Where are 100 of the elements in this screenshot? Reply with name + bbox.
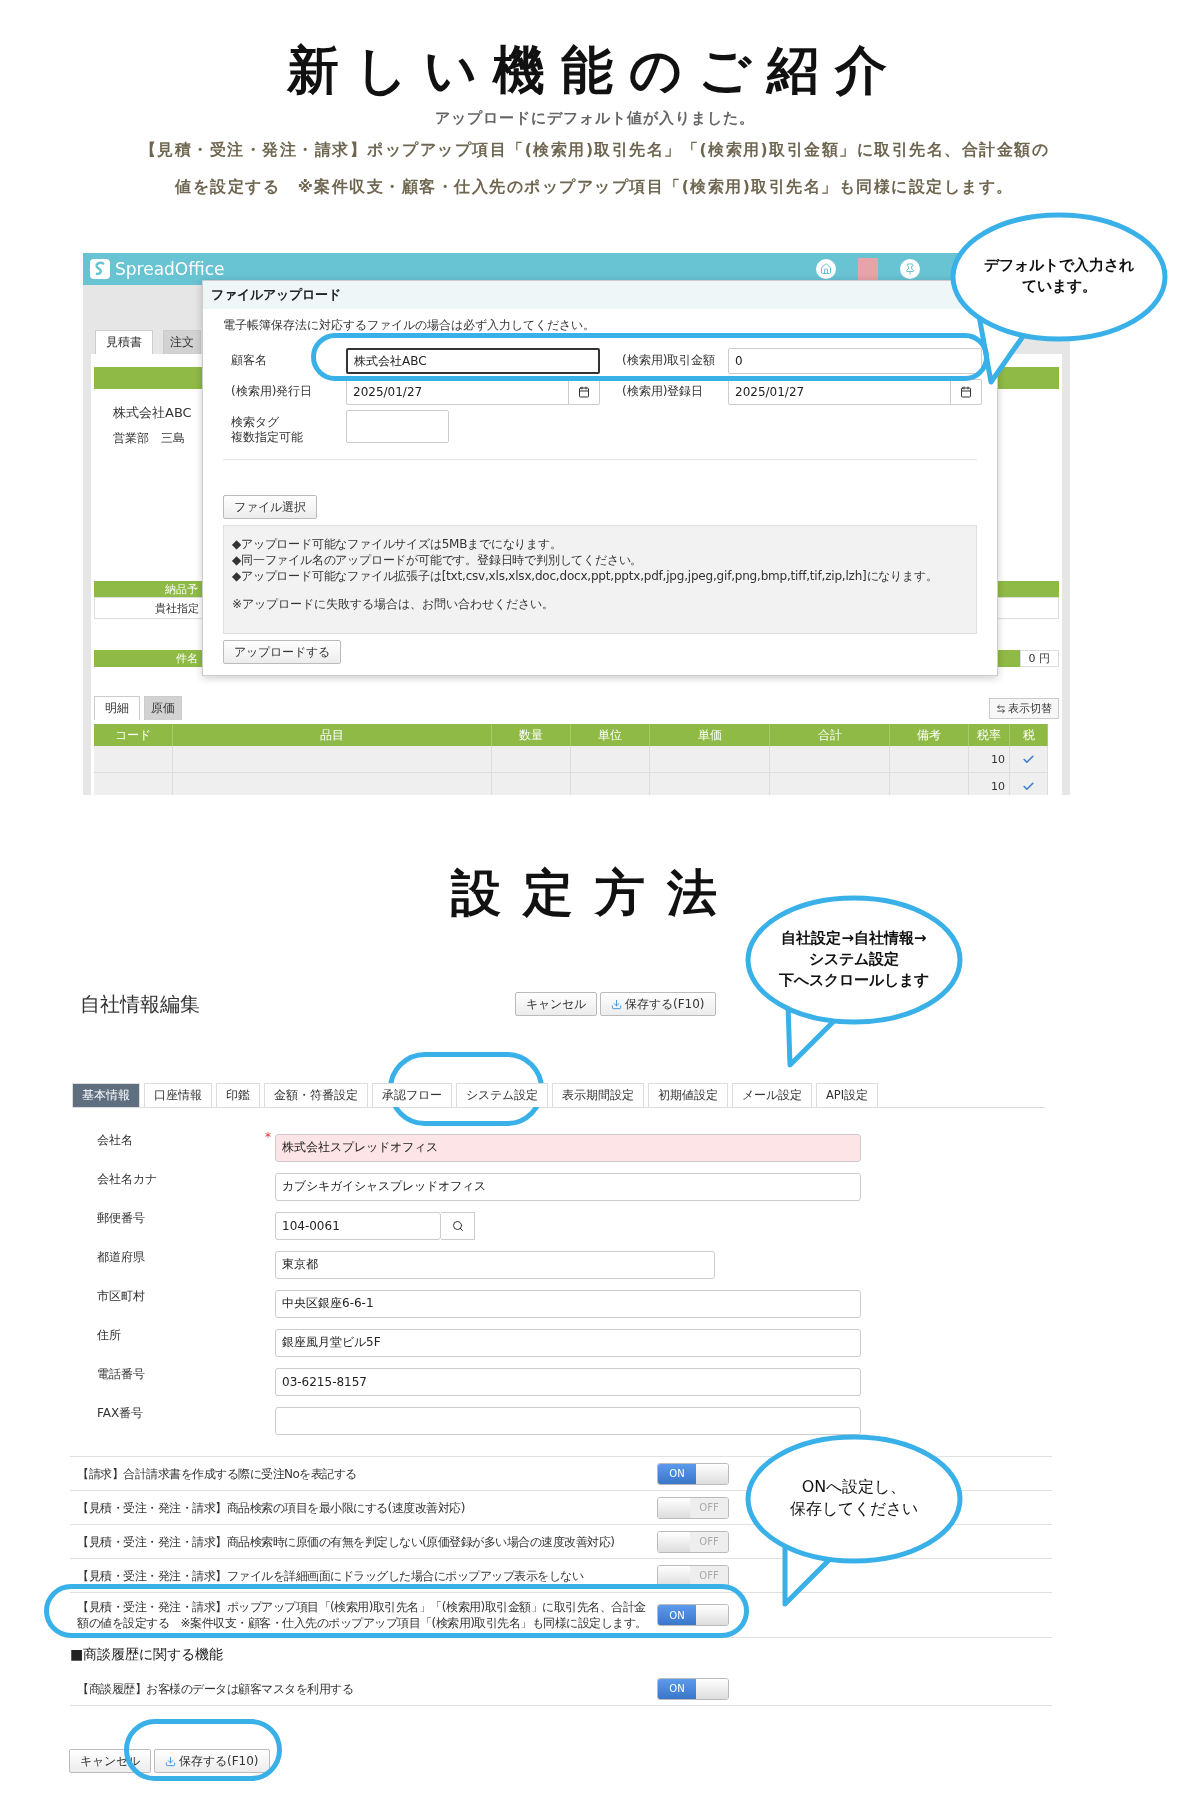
logo-icon <box>89 258 111 280</box>
table-cell: 10 <box>969 746 1010 773</box>
input-field[interactable]: 2025/01/27 <box>728 379 982 405</box>
field-label: 都道府県 <box>96 1249 146 1266</box>
setting-label: 【見積・受注・発注・請求】商品検索の項目を最小限にする(速度改善対応) <box>77 1499 466 1516</box>
column-header: コード <box>94 724 173 746</box>
field-label: FAX番号 <box>96 1405 145 1422</box>
toggle-switch[interactable]: ON <box>657 1677 729 1700</box>
field-label: 住所 <box>96 1327 122 1344</box>
search-icon <box>451 1219 464 1232</box>
setting-label: 【見積・受注・発注・請求】商品検索時に原価の有無を判定しない(原価登録が多い場合の速度改善対応) <box>77 1533 616 1550</box>
callout-text: 自社設定→自社情報→ システム設定 下へスクロールします <box>779 927 929 991</box>
input-field[interactable]: 2025/01/27 <box>346 379 600 405</box>
toggle-switch[interactable]: ON <box>657 1462 729 1485</box>
callout-text: ONへ設定し、 保存してください <box>790 1475 918 1520</box>
row-value: 貴社指定 <box>154 600 199 616</box>
table-cell: 10 <box>969 773 1010 795</box>
field-label: (検索用)発行日 <box>230 383 314 399</box>
calendar-icon[interactable] <box>960 386 972 398</box>
page-heading: 自社情報編集 <box>80 990 201 1018</box>
notice-text: 電子帳簿保存法に対応するファイルの場合は必ず入力してください。 <box>223 317 596 334</box>
settings-tab[interactable]: 金額・符番設定 <box>264 1083 368 1107</box>
section-title: 設定方法 <box>449 863 740 923</box>
download-icon <box>611 998 622 1010</box>
column-header: 備考 <box>890 724 969 746</box>
settings-tab[interactable]: 基本情報 <box>72 1083 140 1107</box>
field-label: 検索タグ <box>230 414 279 430</box>
department-text: 営業部 三島 <box>113 430 185 447</box>
row-label: 件名 <box>175 651 198 666</box>
square-icon[interactable] <box>858 258 878 280</box>
field-label: (検索用)登録日 <box>621 383 705 399</box>
info-text: ◆同一ファイル名のアップロードが可能です。登録日時で判別してください。 <box>232 552 643 568</box>
settings-tab[interactable]: 印鑑 <box>216 1083 260 1107</box>
document-tab[interactable]: 注文 <box>163 330 201 354</box>
input-field[interactable]: 03-6215-8157 <box>275 1367 861 1396</box>
column-header: 単価 <box>650 724 770 746</box>
input-field[interactable]: 東京都 <box>275 1250 715 1279</box>
field-label: 市区町村 <box>96 1288 146 1305</box>
download-icon <box>165 1755 176 1767</box>
setting-label: 【見積・受注・発注・請求】ファイルを詳細画面にドラッグした場合にポップアップ表示をしない <box>77 1567 585 1584</box>
input-field[interactable]: カブシキガイシャスプレッドオフィス <box>275 1172 861 1201</box>
column-header: 税 <box>1010 724 1048 746</box>
document-tab[interactable]: 見積書 <box>95 330 153 354</box>
description-text: 値を設定する ※案件収支・顧客・仕入先のポップアップ項目「(検索用)取引先名」も同様に設定します。 <box>175 177 1014 198</box>
settings-tab[interactable]: 初期値設定 <box>648 1083 728 1107</box>
settings-tab[interactable]: 表示期間設定 <box>552 1083 644 1107</box>
required-mark: * <box>265 1129 272 1144</box>
setting-label: 【請求】合計請求書を作成する際に受注Noを表記する <box>77 1465 358 1482</box>
input-field[interactable] <box>346 410 449 443</box>
info-text: ※アップロードに失敗する場合は、お問い合わせください。 <box>232 596 555 612</box>
settings-tab[interactable]: システム設定 <box>456 1083 548 1107</box>
field-label: 会社名 <box>96 1132 134 1149</box>
section-heading: ■商談履歴に関する機能 <box>70 1645 225 1664</box>
row-label: 納品予 <box>164 581 198 597</box>
field-label: 会社名カナ <box>96 1171 158 1188</box>
amount-value: 0 円 <box>1019 650 1059 667</box>
page-title: 新しい機能のご紹介 <box>286 39 903 102</box>
settings-tab[interactable]: 口座情報 <box>144 1083 212 1107</box>
customer-name: 株式会社ABC <box>113 404 192 422</box>
save-button[interactable]: 保存する(F10) <box>154 1749 270 1773</box>
info-text: ◆アップロード可能なファイルサイズは5MBまでになります。 <box>232 536 562 552</box>
subtitle: アップロードにデフォルト値が入りました。 <box>434 108 755 128</box>
input-field[interactable]: 0 <box>728 348 982 374</box>
field-label: (検索用)取引金額 <box>621 352 717 368</box>
input-field[interactable]: 中央区銀座6-6-1 <box>275 1289 861 1318</box>
input-field[interactable]: 銀座風月堂ビル5F <box>275 1328 861 1357</box>
input-field[interactable]: 104-0061 <box>275 1211 441 1240</box>
settings-tab[interactable]: API設定 <box>816 1083 879 1107</box>
column-header: 単位 <box>571 724 650 746</box>
calendar-icon[interactable] <box>578 386 590 398</box>
column-header: 品目 <box>173 724 492 746</box>
detail-tab[interactable]: 明細 <box>94 696 140 720</box>
switch-view-button[interactable]: 表示切替 <box>989 698 1059 719</box>
info-text: ◆アップロード可能なファイル拡張子は[txt,csv,xls,xlsx,doc,docx,ppt,pptx,pdf,jpg,jpeg,gif,png,bmp,tiff,tif,zip,lzh]になります。 <box>232 568 938 584</box>
pin-icon[interactable] <box>900 259 920 279</box>
column-header: 税率 <box>969 724 1010 746</box>
input-field[interactable] <box>275 1406 861 1435</box>
input-field[interactable]: 株式会社ABC <box>346 348 600 374</box>
search-button[interactable] <box>441 1211 475 1240</box>
field-label: 複数指定可能 <box>230 430 303 445</box>
settings-tab[interactable]: 承認フロー <box>372 1083 452 1107</box>
app-logo: SpreadOffice <box>115 259 225 279</box>
swap-icon <box>996 703 1006 714</box>
field-label: 郵便番号 <box>96 1210 146 1227</box>
setting-label: 【見積・受注・発注・請求】ポップアップ項目「(検索用)取引先名」「(検索用)取引金額」に取引先名、合計金額の値を設定する ※案件収支・顧客・仕入先のポップアップ項目「(検索用)取引先名」も同様に設定します。 <box>77 1599 648 1631</box>
column-header: 合計 <box>770 724 890 746</box>
file-select-button[interactable]: ファイル選択 <box>223 495 317 519</box>
settings-tab[interactable]: メール設定 <box>732 1083 812 1107</box>
input-field[interactable]: 株式会社スプレッドオフィス <box>275 1133 861 1162</box>
cancel-button[interactable]: キャンセル <box>515 992 597 1016</box>
column-header: 数量 <box>492 724 571 746</box>
toggle-switch[interactable]: ON <box>657 1604 729 1626</box>
home-icon[interactable] <box>816 259 836 279</box>
setting-label: 【商談履歴】お客様のデータは顧客マスタを利用する <box>77 1680 354 1697</box>
detail-tab[interactable]: 原価 <box>144 696 182 720</box>
field-label: 顧客名 <box>230 352 268 368</box>
description-text: 【見積・受注・発注・請求】ポップアップ項目「(検索用)取引先名」「(検索用)取引金額」に取引先名、合計金額の <box>139 140 1050 161</box>
field-label: 電話番号 <box>96 1366 146 1383</box>
upload-button[interactable]: アップロードする <box>223 640 341 664</box>
save-button[interactable]: 保存する(F10) <box>600 992 716 1016</box>
